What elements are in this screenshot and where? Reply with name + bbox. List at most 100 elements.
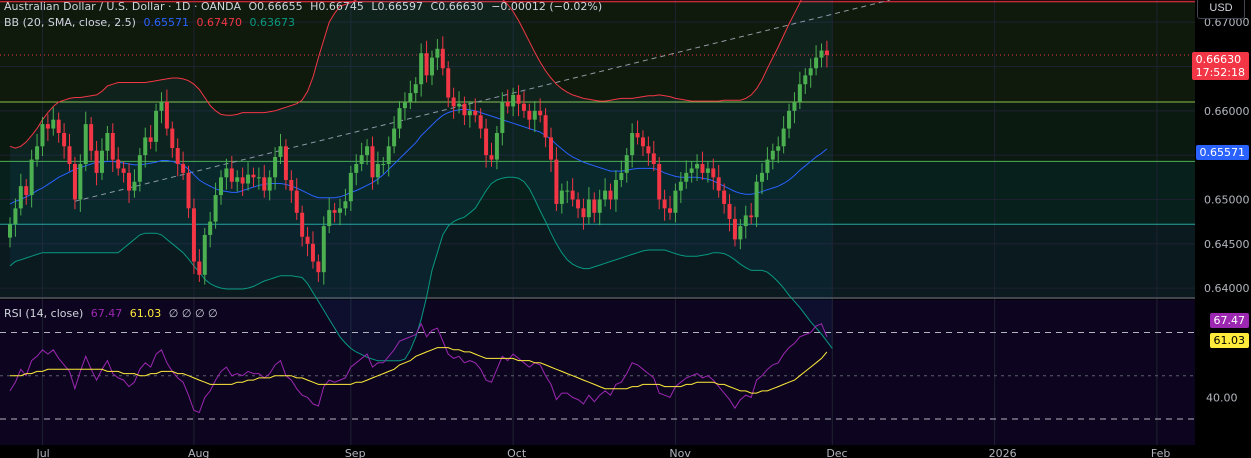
month-label: Oct (507, 447, 527, 458)
candle-body (402, 101, 407, 109)
rsi-extra-values: ∅ ∅ ∅ ∅ (168, 307, 218, 320)
candle-body (354, 164, 359, 173)
candle-body (24, 186, 29, 196)
candle-body (635, 132, 640, 138)
candle-body (662, 199, 667, 209)
candle-body (781, 128, 786, 147)
candle-body (13, 208, 18, 225)
candle-body (218, 177, 223, 196)
candle-body (191, 208, 196, 262)
candle-body (630, 132, 635, 156)
candle-body (273, 156, 278, 178)
candle-body (451, 97, 456, 107)
candle-body (787, 110, 792, 129)
candle-body (94, 150, 99, 173)
candle-body (586, 199, 591, 218)
candle-body (516, 94, 521, 104)
candle-body (613, 179, 618, 200)
candle-body (494, 132, 499, 160)
candle-body (532, 110, 537, 120)
rsi-value: 67.47 (90, 307, 123, 320)
candle-body (505, 101, 510, 107)
candle-body (370, 146, 375, 178)
candle-body (570, 190, 575, 200)
month-label: Aug (188, 447, 209, 458)
candle-body (640, 137, 645, 147)
high-value: H0.66745 (310, 0, 364, 13)
candle-body (565, 190, 570, 192)
candle-body (776, 146, 781, 151)
candle-body (700, 164, 705, 173)
candle-body (803, 75, 808, 85)
rsi-ma-tag: 61.03 (1209, 333, 1249, 348)
bb-legend[interactable]: BB (20, SMA, close, 2.5) 0.65571 0.67470… (4, 16, 299, 29)
bar-countdown: 17:52:18 (1195, 66, 1245, 79)
candle-body (110, 132, 115, 160)
bb-basis-value: 0.65571 (143, 16, 189, 29)
candle-body (240, 177, 245, 184)
candle-body (121, 168, 126, 173)
candle-body (684, 172, 689, 182)
candle-body (289, 179, 294, 191)
candle-body (78, 164, 83, 200)
candle-body (824, 50, 829, 55)
candle-body (105, 132, 110, 151)
candle-body (689, 168, 694, 173)
candle-body (348, 172, 353, 202)
month-label: Sep (345, 447, 366, 458)
candle-body (386, 146, 391, 165)
price-tick-label: 0.64500 (1204, 238, 1250, 251)
candle-body (413, 84, 418, 94)
candle-body (527, 110, 532, 120)
candle-body (467, 110, 472, 116)
rsi-legend[interactable]: RSI (14, close) 67.47 61.03 ∅ ∅ ∅ ∅ (4, 307, 222, 320)
candle-body (83, 124, 88, 165)
candle-body (267, 177, 272, 191)
candle-body (576, 199, 581, 209)
candle-body (511, 94, 516, 107)
candle-body (197, 261, 202, 275)
candle-body (727, 203, 732, 219)
candle-body (56, 119, 61, 133)
candle-body (749, 215, 754, 218)
candle-body (770, 150, 775, 160)
bb-label: BB (20, SMA, close, 2.5) (4, 16, 136, 29)
candle-body (45, 124, 50, 129)
candle-body (651, 153, 656, 165)
price-tick-label: 0.66000 (1204, 105, 1250, 118)
chart-canvas[interactable]: 0.640000.645000.650000.660000.6700040.00… (0, 0, 1251, 458)
symbol-legend[interactable]: Australian Dollar / U.S. Dollar · 1D · O… (4, 0, 606, 13)
candle-body (559, 190, 564, 204)
candle-body (294, 190, 299, 213)
candle-body (332, 210, 337, 213)
candle-body (338, 208, 343, 213)
month-label: 2026 (989, 447, 1017, 458)
candle-body (202, 234, 207, 275)
currency-button[interactable]: USD (1197, 0, 1245, 19)
rsi-background (0, 300, 1195, 445)
candle-body (743, 215, 748, 227)
candle-body (186, 172, 191, 209)
candle-body (208, 221, 213, 235)
candle-body (132, 181, 137, 191)
time-axis: Jul Aug Sep Oct Nov Dec 2026 Feb (0, 446, 1251, 458)
candle-body (127, 172, 132, 191)
candle-body (457, 103, 462, 107)
bb-lower-value: 0.63673 (249, 16, 295, 29)
candle-body (592, 199, 597, 213)
candle-body (792, 101, 797, 111)
candle-body (256, 177, 261, 179)
candle-body (51, 119, 56, 129)
candle-body (316, 261, 321, 273)
candle-body (424, 53, 429, 76)
candle-body (554, 159, 559, 204)
candle-body (711, 168, 716, 178)
candle-body (251, 174, 256, 178)
candle-body (738, 226, 743, 240)
candle-body (181, 164, 186, 173)
candle-body (310, 243, 315, 262)
candle-body (549, 137, 553, 160)
low-value: L0.66597 (371, 0, 424, 13)
candle-body (543, 115, 548, 138)
candle-body (462, 103, 467, 116)
